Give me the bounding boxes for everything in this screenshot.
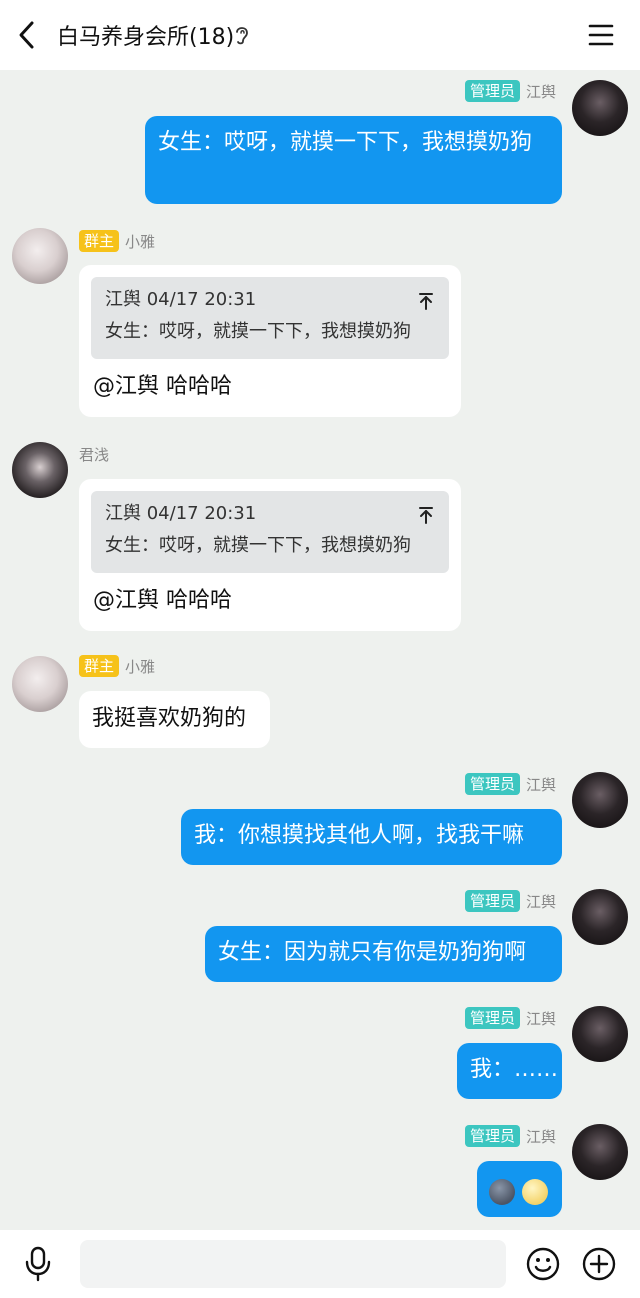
message-bubble[interactable] bbox=[477, 1161, 562, 1217]
admin-badge: 管理员 bbox=[464, 80, 520, 102]
avatar[interactable] bbox=[572, 889, 628, 945]
sender-name: 江舆 bbox=[525, 892, 556, 911]
message-text: 女生：哎呀，就摸一下下，我想摸奶狗 bbox=[158, 130, 533, 155]
avatar[interactable] bbox=[572, 1124, 628, 1180]
sender-meta: 管理员 江舆 bbox=[464, 890, 556, 912]
message-bubble[interactable]: 女生：哎呀，就摸一下下，我想摸奶狗 bbox=[145, 116, 562, 204]
smiley-icon bbox=[526, 1247, 560, 1281]
sender-name: 小雅 bbox=[125, 232, 156, 251]
message-bubble[interactable]: 我挺喜欢奶狗的 bbox=[79, 691, 270, 748]
sender-name: 江舆 bbox=[525, 775, 556, 794]
sender-meta: 管理员 江舆 bbox=[464, 80, 556, 102]
admin-badge: 管理员 bbox=[464, 1007, 520, 1029]
message-outgoing: 管理员 江舆 我：你想摸找其他人啊，找我干嘛 bbox=[0, 772, 640, 872]
message-bubble[interactable]: 江舆 04/17 20:31 女生：哎呀，就摸一下下，我想摸奶狗 @江舆 哈哈哈 bbox=[79, 265, 461, 417]
avatar[interactable] bbox=[572, 80, 628, 136]
plus-icon bbox=[582, 1247, 616, 1281]
menu-button[interactable] bbox=[584, 18, 618, 52]
admin-badge: 管理员 bbox=[464, 1125, 520, 1147]
full-moon-face-icon bbox=[522, 1179, 548, 1205]
sender-name: 江舆 bbox=[525, 1009, 556, 1028]
quote-header: 江舆 04/17 20:31 bbox=[105, 503, 257, 524]
owner-badge: 群主 bbox=[79, 655, 120, 677]
admin-badge: 管理员 bbox=[464, 773, 520, 795]
chat-header: 白马养身会所(18) bbox=[0, 0, 640, 70]
new-moon-face-icon bbox=[489, 1179, 515, 1205]
message-outgoing: 管理员 江舆 bbox=[0, 1124, 640, 1224]
owner-badge: 群主 bbox=[79, 230, 120, 252]
microphone-icon bbox=[25, 1246, 51, 1282]
sender-meta: 群主 小雅 bbox=[79, 655, 155, 677]
quote-header: 江舆 04/17 20:31 bbox=[105, 289, 257, 310]
admin-badge: 管理员 bbox=[464, 890, 520, 912]
sender-meta: 管理员 江舆 bbox=[464, 773, 556, 795]
hamburger-menu-icon bbox=[588, 24, 614, 46]
quoted-message[interactable]: 江舆 04/17 20:31 女生：哎呀，就摸一下下，我想摸奶狗 bbox=[91, 277, 449, 359]
jump-to-message-icon[interactable] bbox=[417, 505, 435, 525]
sender-meta: 君浅 bbox=[79, 443, 109, 465]
avatar[interactable] bbox=[572, 1006, 628, 1062]
message-outgoing: 管理员 江舆 女生：因为就只有你是奶狗狗啊 bbox=[0, 889, 640, 989]
sender-name: 江舆 bbox=[525, 1127, 556, 1146]
chevron-left-icon bbox=[19, 21, 34, 49]
message-bubble[interactable]: 女生：因为就只有你是奶狗狗啊 bbox=[205, 926, 562, 982]
quote-text: 女生：哎呀，就摸一下下，我想摸奶狗 bbox=[105, 535, 411, 556]
quoted-message[interactable]: 江舆 04/17 20:31 女生：哎呀，就摸一下下，我想摸奶狗 bbox=[91, 491, 449, 573]
avatar[interactable] bbox=[12, 228, 68, 284]
voice-button[interactable] bbox=[20, 1244, 56, 1284]
quote-text: 女生：哎呀，就摸一下下，我想摸奶狗 bbox=[105, 321, 411, 342]
message-incoming: 群主 小雅 江舆 04/17 20:31 女生：哎呀，就摸一下下，我想摸奶狗 @… bbox=[0, 222, 640, 422]
avatar[interactable] bbox=[572, 772, 628, 828]
ear-icon bbox=[236, 27, 248, 45]
message-text: 我：…… bbox=[470, 1057, 559, 1082]
emoji-button[interactable] bbox=[524, 1245, 562, 1283]
message-bubble[interactable]: 我：你想摸找其他人啊，找我干嘛 bbox=[181, 809, 562, 865]
message-bubble[interactable]: 江舆 04/17 20:31 女生：哎呀，就摸一下下，我想摸奶狗 @江舆 哈哈哈 bbox=[79, 479, 461, 631]
chat-title[interactable]: 白马养身会所(18) bbox=[57, 19, 234, 51]
message-text: 女生：因为就只有你是奶狗狗啊 bbox=[218, 940, 527, 965]
message-incoming: 群主 小雅 我挺喜欢奶狗的 bbox=[0, 648, 640, 758]
message-text: 我：你想摸找其他人啊，找我干嘛 bbox=[194, 823, 525, 848]
input-bar bbox=[0, 1230, 640, 1298]
message-text: @江舆 哈哈哈 bbox=[93, 374, 232, 399]
message-outgoing: 管理员 江舆 女生：哎呀，就摸一下下，我想摸奶狗 bbox=[0, 70, 640, 210]
sender-name: 江舆 bbox=[525, 82, 556, 101]
message-outgoing: 管理员 江舆 我：…… bbox=[0, 1006, 640, 1106]
sender-name: 君浅 bbox=[79, 445, 110, 464]
back-button[interactable] bbox=[10, 14, 46, 56]
avatar[interactable] bbox=[12, 442, 68, 498]
sender-name: 小雅 bbox=[125, 657, 156, 676]
message-input[interactable] bbox=[80, 1240, 506, 1288]
jump-to-message-icon[interactable] bbox=[417, 291, 435, 311]
sender-meta: 管理员 江舆 bbox=[464, 1125, 556, 1147]
more-options-button[interactable] bbox=[580, 1245, 618, 1283]
message-incoming: 君浅 江舆 04/17 20:31 女生：哎呀，就摸一下下，我想摸奶狗 @江舆 … bbox=[0, 437, 640, 637]
sender-meta: 群主 小雅 bbox=[79, 230, 155, 252]
message-text: @江舆 哈哈哈 bbox=[93, 588, 232, 613]
message-bubble[interactable]: 我：…… bbox=[457, 1043, 562, 1099]
message-text: 我挺喜欢奶狗的 bbox=[92, 706, 247, 731]
sender-meta: 管理员 江舆 bbox=[464, 1007, 556, 1029]
avatar[interactable] bbox=[12, 656, 68, 712]
